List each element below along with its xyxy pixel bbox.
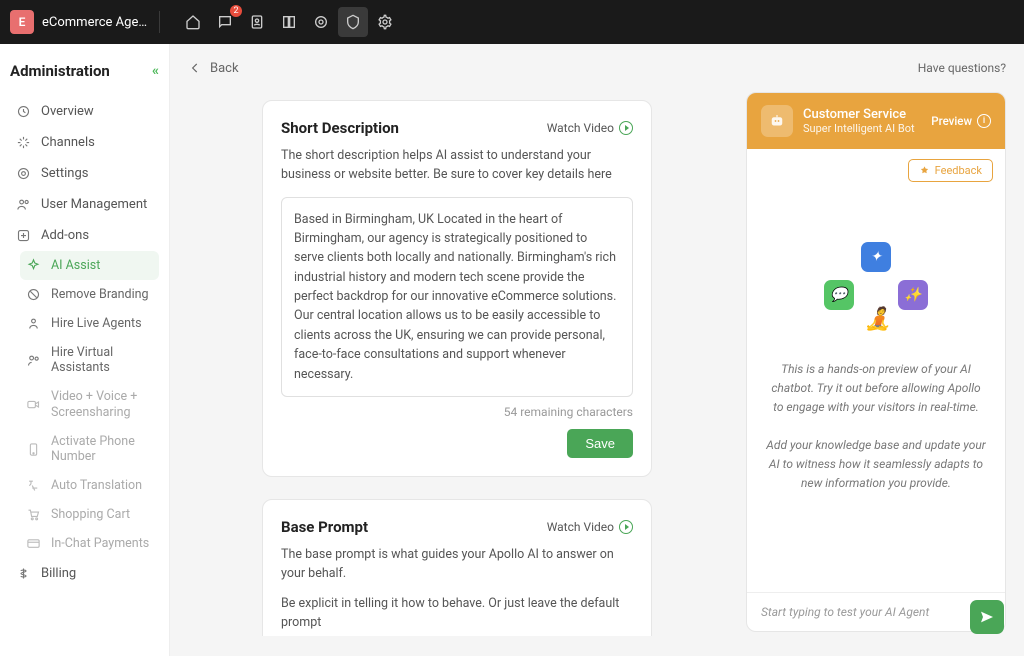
sparkle-icon: ✦ bbox=[861, 242, 891, 272]
preview-title: Customer Service bbox=[803, 107, 915, 122]
sidebar-sub-ai-assist[interactable]: AI Assist bbox=[20, 251, 159, 280]
preview-badge[interactable]: Preview i bbox=[931, 114, 991, 128]
settings-icon[interactable] bbox=[370, 7, 400, 37]
sidebar-item-label: Video + Voice + Screensharing bbox=[51, 389, 153, 420]
brand-text: eCommerce Age… bbox=[42, 15, 147, 30]
sidebar-item-label: In-Chat Payments bbox=[51, 536, 149, 551]
sidebar-sub-in-chat-payments[interactable]: In-Chat Payments bbox=[20, 529, 159, 558]
feedback-button[interactable]: Feedback bbox=[908, 159, 993, 182]
sidebar-item-label: Auto Translation bbox=[51, 478, 142, 493]
feedback-label: Feedback bbox=[935, 164, 982, 177]
play-icon bbox=[619, 121, 633, 135]
preview-body-text: This is a hands-on preview of your AI ch… bbox=[765, 360, 987, 418]
addons-nav-icon[interactable] bbox=[338, 7, 368, 37]
sidebar-sub-activate-phone[interactable]: Activate Phone Number bbox=[20, 427, 159, 471]
preview-subtitle: Super Intelligent AI Bot bbox=[803, 122, 915, 135]
preview-header: Customer Service Super Intelligent AI Bo… bbox=[747, 93, 1005, 149]
sidebar-item-label: Settings bbox=[41, 166, 88, 181]
knowledge-icon[interactable] bbox=[274, 7, 304, 37]
sidebar-item-label: Channels bbox=[41, 135, 95, 150]
sidebar: Administration « Overview Channels Setti… bbox=[0, 44, 170, 656]
sidebar-item-addons[interactable]: Add-ons bbox=[10, 220, 159, 251]
sidebar-item-label: Activate Phone Number bbox=[51, 434, 153, 464]
topbar: E eCommerce Age… 2 bbox=[0, 0, 1024, 44]
nav-icons: 2 bbox=[178, 7, 400, 37]
watch-video-label: Watch Video bbox=[547, 121, 614, 135]
back-link[interactable]: Back bbox=[188, 61, 239, 76]
sidebar-item-label: Overview bbox=[41, 104, 94, 119]
have-questions-link[interactable]: Have questions? bbox=[918, 61, 1006, 75]
collapse-sidebar-icon[interactable]: « bbox=[152, 63, 159, 79]
sidebar-item-label: Shopping Cart bbox=[51, 507, 130, 522]
brand[interactable]: E eCommerce Age… bbox=[10, 10, 147, 34]
person-icon: 🧘 bbox=[864, 307, 891, 332]
back-label: Back bbox=[210, 61, 239, 76]
brand-tile: E bbox=[10, 10, 34, 34]
sidebar-sub-video-voice[interactable]: Video + Voice + Screensharing bbox=[20, 382, 159, 427]
base-prompt-card: Base Prompt Watch Video The base prompt … bbox=[262, 499, 652, 636]
bot-avatar-icon bbox=[761, 105, 793, 137]
sidebar-item-overview[interactable]: Overview bbox=[10, 96, 159, 127]
card-description: The base prompt is what guides your Apol… bbox=[281, 546, 633, 584]
chat-bubble-icon: 💬 bbox=[824, 280, 854, 310]
sidebar-item-label: Remove Branding bbox=[51, 287, 149, 302]
inbox-badge: 2 bbox=[230, 5, 242, 17]
remaining-characters: 54 remaining characters bbox=[281, 405, 633, 419]
sidebar-item-label: User Management bbox=[41, 197, 147, 212]
preview-illustration: ✦ 💬 ✨ 🧘 bbox=[816, 242, 936, 332]
short-description-input[interactable]: Based in Birmingham, UK Located in the h… bbox=[281, 197, 633, 397]
reports-icon[interactable] bbox=[306, 7, 336, 37]
sidebar-title: Administration bbox=[10, 62, 110, 80]
content: Back Have questions? Short Description W… bbox=[170, 44, 1024, 656]
preview-badge-label: Preview bbox=[931, 114, 972, 128]
sidebar-item-user-management[interactable]: User Management bbox=[10, 189, 159, 220]
sidebar-item-settings[interactable]: Settings bbox=[10, 158, 159, 189]
sidebar-item-label: Billing bbox=[41, 566, 76, 581]
contacts-icon[interactable] bbox=[242, 7, 272, 37]
preview-body-text: Add your knowledge base and update your … bbox=[765, 436, 987, 494]
watch-video-link[interactable]: Watch Video bbox=[547, 520, 633, 534]
star-icon: ✨ bbox=[898, 280, 928, 310]
save-button[interactable]: Save bbox=[567, 429, 633, 458]
sidebar-item-label: AI Assist bbox=[51, 258, 100, 273]
send-button[interactable] bbox=[970, 600, 1004, 634]
watch-video-label: Watch Video bbox=[547, 520, 614, 534]
watch-video-link[interactable]: Watch Video bbox=[547, 121, 633, 135]
preview-panel: Customer Service Super Intelligent AI Bo… bbox=[746, 92, 1006, 632]
short-description-card: Short Description Watch Video The short … bbox=[262, 100, 652, 477]
card-title: Short Description bbox=[281, 119, 399, 137]
card-description: Be explicit in telling it how to behave.… bbox=[281, 595, 633, 633]
sidebar-item-label: Add-ons bbox=[41, 228, 89, 243]
play-icon bbox=[619, 520, 633, 534]
sidebar-sub-auto-translation[interactable]: Auto Translation bbox=[20, 471, 159, 500]
sidebar-item-channels[interactable]: Channels bbox=[10, 127, 159, 158]
card-title: Base Prompt bbox=[281, 518, 368, 536]
sidebar-sub-hire-live-agents[interactable]: Hire Live Agents bbox=[20, 309, 159, 338]
sidebar-item-label: Hire Virtual Assistants bbox=[51, 345, 153, 375]
sidebar-sub-hire-virtual-assistants[interactable]: Hire Virtual Assistants bbox=[20, 338, 159, 382]
sidebar-item-billing[interactable]: Billing bbox=[10, 558, 159, 589]
home-icon[interactable] bbox=[178, 7, 208, 37]
inbox-icon[interactable]: 2 bbox=[210, 7, 240, 37]
info-icon: i bbox=[977, 114, 991, 128]
preview-input[interactable]: Start typing to test your AI Agent bbox=[747, 592, 1005, 631]
sidebar-item-label: Hire Live Agents bbox=[51, 316, 142, 331]
card-description: The short description helps AI assist to… bbox=[281, 147, 633, 185]
sidebar-sub-remove-branding[interactable]: Remove Branding bbox=[20, 280, 159, 309]
sidebar-sub-shopping-cart[interactable]: Shopping Cart bbox=[20, 500, 159, 529]
